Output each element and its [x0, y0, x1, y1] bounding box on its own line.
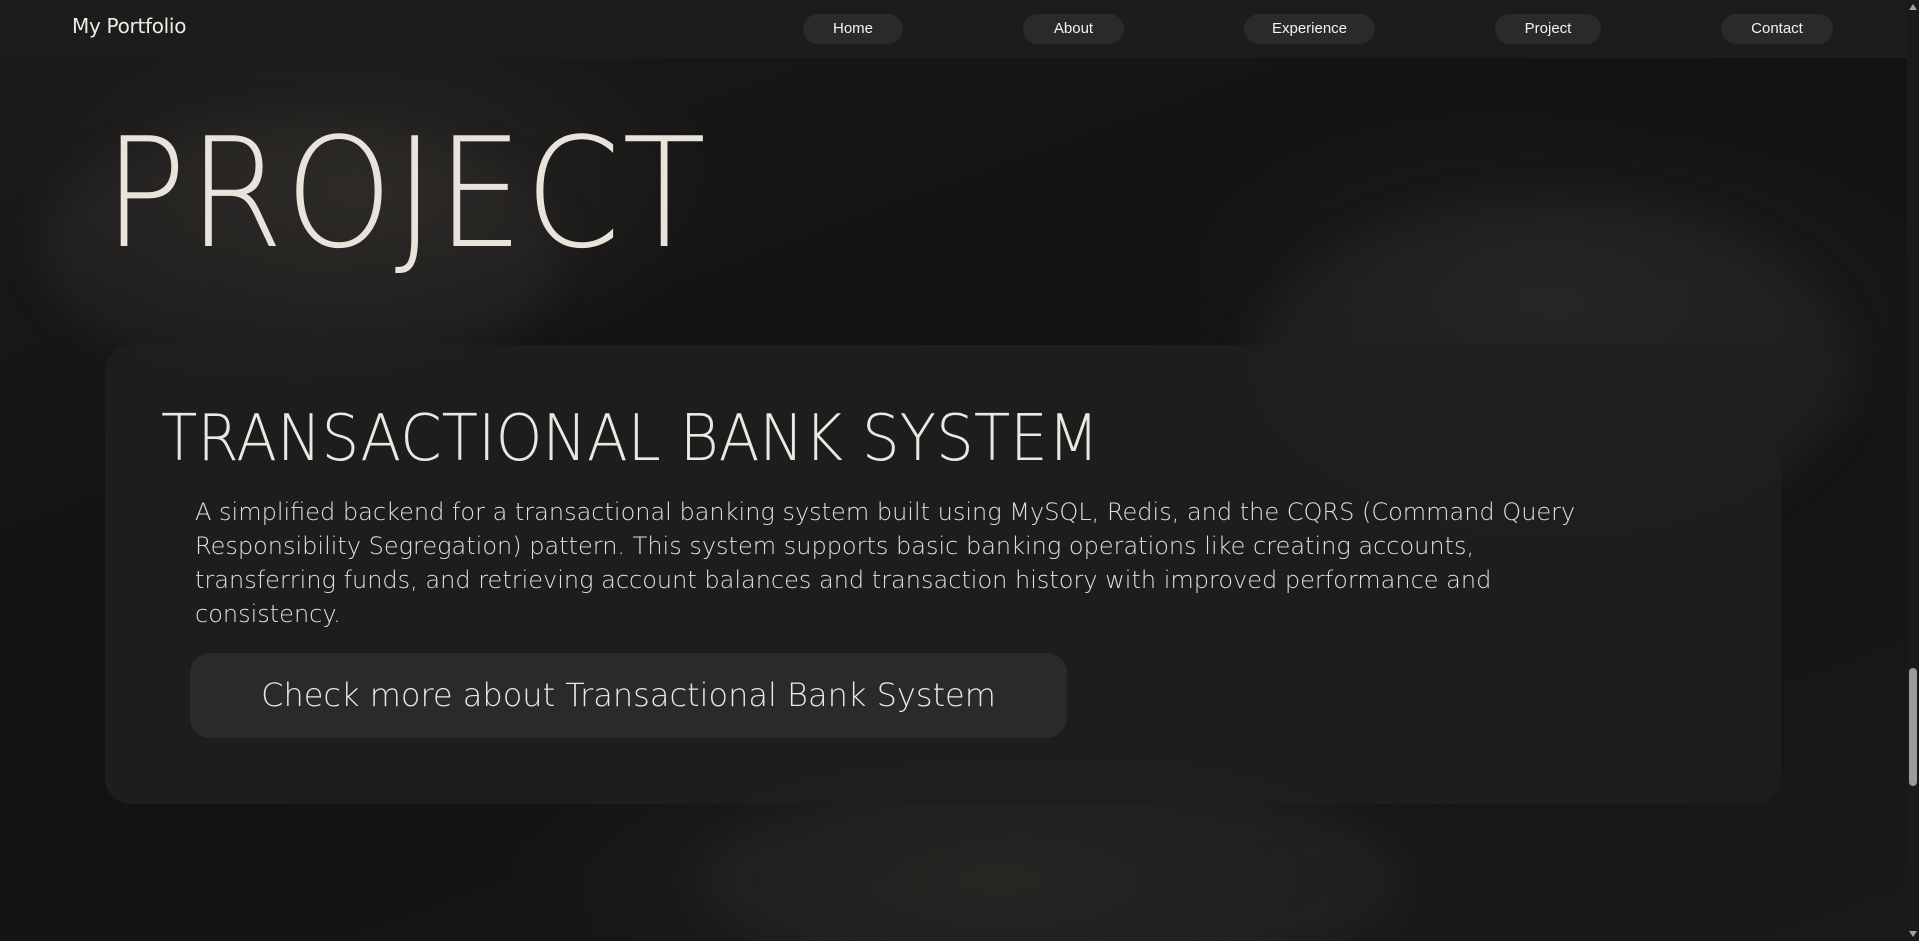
nav-project-button[interactable]: Project [1495, 14, 1601, 44]
vertical-scrollbar[interactable] [1907, 0, 1919, 941]
page-title: PROJECT [104, 105, 708, 282]
portfolio-page: My Portfolio Home About Experience Proje… [0, 0, 1919, 941]
nav-contact-button[interactable]: Contact [1721, 14, 1833, 44]
project-details-button[interactable]: Check more about Transactional Bank Syst… [190, 653, 1067, 738]
scroll-down-arrow-icon[interactable] [1909, 931, 1917, 937]
nav-experience-button[interactable]: Experience [1244, 14, 1375, 44]
scroll-up-arrow-icon[interactable] [1909, 4, 1917, 10]
nav-home-button[interactable]: Home [803, 14, 903, 44]
project-card: TRANSACTIONAL BANK SYSTEM A simplified b… [105, 345, 1781, 804]
nav-about-button[interactable]: About [1023, 14, 1124, 44]
project-description: A simplified backend for a transactional… [195, 498, 1576, 628]
background-shape [700, 780, 1400, 941]
brand-logo[interactable]: My Portfolio [72, 14, 186, 38]
scrollbar-thumb[interactable] [1909, 668, 1917, 786]
navbar: My Portfolio Home About Experience Proje… [0, 0, 1907, 58]
project-title: TRANSACTIONAL BANK SYSTEM [161, 402, 1100, 476]
